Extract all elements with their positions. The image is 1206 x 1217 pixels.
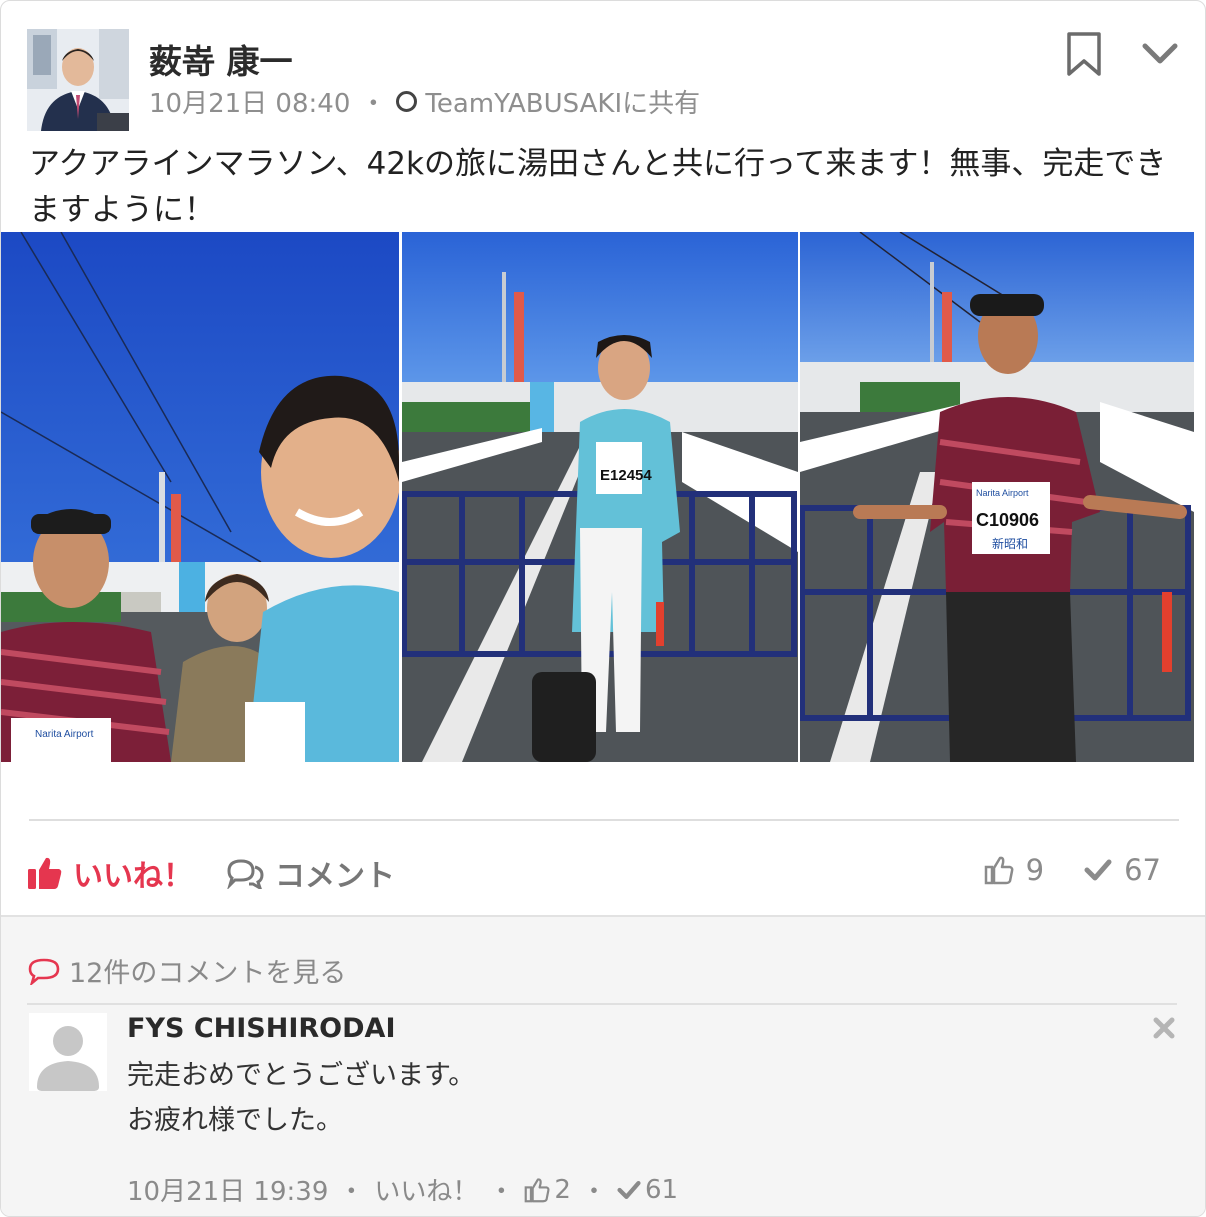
- bib-event-1: Narita Airport: [35, 729, 94, 740]
- comment-icon: [227, 859, 264, 889]
- comment-like-count: 2: [554, 1174, 571, 1205]
- photo-1[interactable]: Narita Airport: [1, 232, 399, 762]
- view-comments-link[interactable]: 12件のコメントを見る: [27, 951, 346, 990]
- comment-author[interactable]: FYS CHISHIRODAI: [127, 1013, 395, 1044]
- post-meta: 10月21日 08:40 ・ TeamYABUSAKIに共有: [149, 83, 700, 120]
- author-avatar[interactable]: [27, 29, 129, 131]
- thumbs-up-outline-icon: [984, 856, 1014, 885]
- comment-icon: [28, 958, 60, 985]
- comment-check-count: 61: [644, 1174, 679, 1205]
- post-stats: 9 67: [984, 853, 1161, 887]
- comment-timestamp: 10月21日 19:39: [127, 1177, 329, 1207]
- author-name[interactable]: 薮嵜 康一: [149, 35, 293, 83]
- comments-section: 12件のコメントを見る FYS CHISHIRODAI 完走おめでとうございます…: [1, 915, 1205, 1216]
- comment-text: 完走おめでとうございます。 お疲れ様でした。: [127, 1053, 475, 1143]
- check-count-stat[interactable]: 67: [1084, 853, 1161, 887]
- chevron-down-icon[interactable]: [1141, 41, 1179, 67]
- check-count: 67: [1124, 853, 1161, 887]
- view-comments-label: 12件のコメントを見る: [69, 958, 347, 989]
- photo-gallery: Narita Airport E12454 Narita Airport C10…: [1, 232, 1205, 762]
- like-count: 9: [1025, 853, 1045, 887]
- action-divider: [29, 819, 1179, 821]
- comment-line-1: 完走おめでとうございます。: [127, 1060, 476, 1091]
- comment-avatar[interactable]: [29, 1013, 107, 1091]
- comment-meta-sep: ・: [580, 1177, 607, 1207]
- comments-divider: [27, 1003, 1177, 1005]
- post-text: アクアラインマラソン、42kの旅に湯田さんと共に行って来ます！無事、完走できます…: [29, 146, 1167, 228]
- comment-line-2: お疲れ様でした。: [127, 1105, 343, 1136]
- comment-like-link[interactable]: いいね！: [374, 1171, 478, 1208]
- comment-meta-sep: ・: [338, 1177, 365, 1207]
- bib-number-2: C10906: [976, 510, 1039, 530]
- meta-separator: ・: [360, 89, 387, 119]
- check-icon: [617, 1180, 641, 1199]
- post-timestamp[interactable]: 10月21日 08:40: [149, 83, 350, 120]
- post-audience[interactable]: TeamYABUSAKIに共有: [425, 83, 700, 120]
- check-icon: [1084, 859, 1112, 881]
- bib-number-1: E12454: [600, 467, 652, 484]
- globe-circle-icon: [396, 91, 418, 112]
- bib-event-2: Narita Airport: [976, 488, 1029, 498]
- comment-meta-sep: ・: [488, 1177, 515, 1207]
- photo-3[interactable]: Narita Airport C10906 新昭和: [800, 232, 1194, 762]
- comment-label: コメント: [275, 859, 395, 894]
- thumbs-up-icon: [28, 857, 62, 889]
- like-label: いいね！: [73, 859, 193, 894]
- close-icon[interactable]: [1153, 1017, 1175, 1039]
- thumbs-up-outline-icon: [525, 1177, 550, 1202]
- bookmark-icon[interactable]: [1065, 31, 1103, 77]
- bib-sponsor-2: 新昭和: [992, 536, 1028, 551]
- like-count-stat[interactable]: 9: [984, 853, 1044, 887]
- post-card: 薮嵜 康一 10月21日 08:40 ・ TeamYABUSAKIに共有 アクア…: [0, 0, 1206, 1217]
- photo-2[interactable]: E12454: [402, 232, 798, 762]
- comment-button[interactable]: コメント: [225, 851, 395, 895]
- like-button[interactable]: いいね！: [27, 851, 193, 895]
- comment-meta: 10月21日 19:39 ・ いいね！ ・ 2 ・ 61: [127, 1171, 678, 1208]
